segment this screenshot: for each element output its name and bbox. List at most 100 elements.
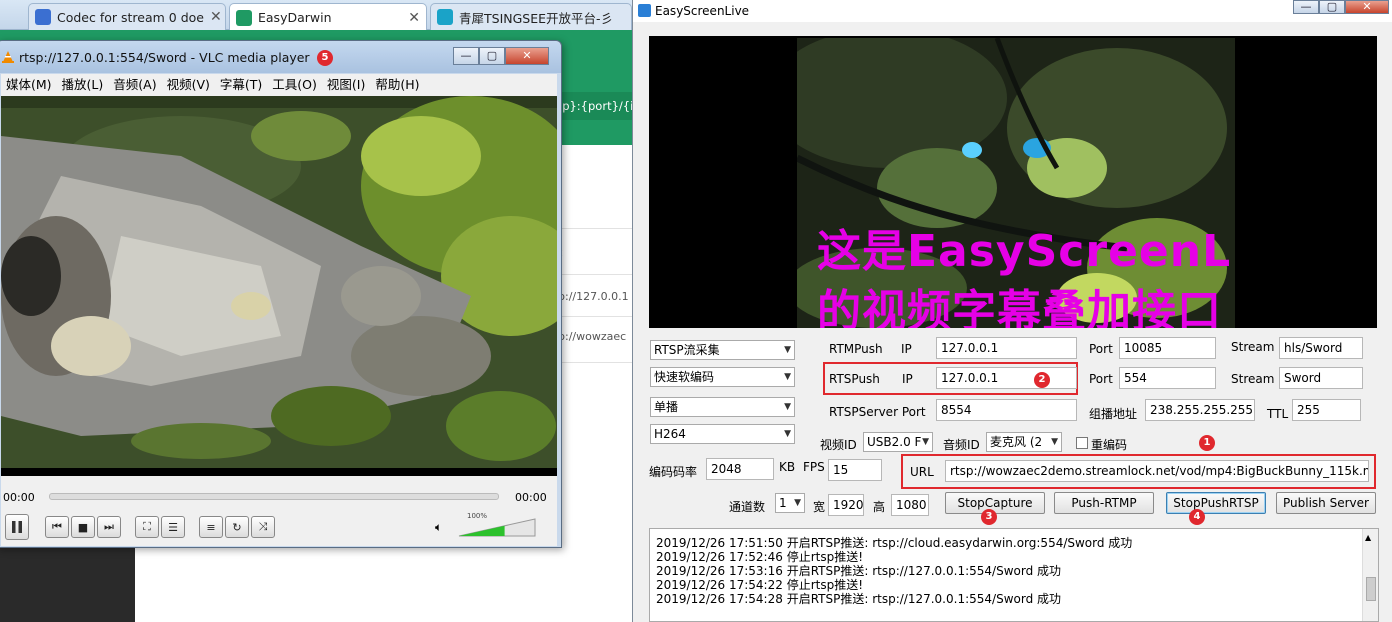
ttl-input[interactable]: 255 [1292,399,1361,421]
log-scrollbar[interactable]: ▲ [1362,529,1378,621]
stop-push-rtsp-button[interactable]: StopPushRTSP [1166,492,1266,514]
pause-button[interactable] [5,514,29,540]
maximize-button[interactable]: ▢ [1319,0,1345,14]
height-input[interactable]: 1080 [891,494,929,516]
previous-icon: ⏮ [52,520,62,533]
speaker-icon[interactable]: 🔈︎ [435,520,442,535]
menu-tools[interactable]: 工具(O) [267,74,322,96]
paw-icon [35,9,51,25]
minimize-button[interactable]: — [1293,0,1319,14]
rtsp-push-label: RTSPush [829,372,880,386]
fps-input[interactable]: 15 [828,459,882,481]
audio-id-label: 音频ID [943,438,980,452]
menu-audio[interactable]: 音频(A) [108,74,161,96]
bitrate-input[interactable]: 2048 [706,458,774,480]
next-icon: ⏭ [104,520,114,533]
close-icon[interactable]: ✕ [402,10,420,26]
extended-settings-button[interactable]: ☰ [161,516,185,538]
rtmp-stream-input[interactable]: hls/Sword [1279,337,1363,359]
rtmp-ip-input[interactable]: 127.0.0.1 [936,337,1077,359]
browser-tab-codec[interactable]: Codec for stream 0 doe ✕ [28,3,226,30]
playlist-button[interactable]: ≡ [199,516,223,538]
loop-button[interactable]: ↻ [225,516,249,538]
select-value: RTSP流采集 [654,343,720,357]
publish-server-button[interactable]: Publish Server [1276,492,1376,514]
previous-button[interactable]: ⏮ [45,516,69,538]
channels-label: 通道数 [729,500,766,514]
annotation-badge-4: 4 [1189,509,1205,525]
tab-label: 青犀TSINGSEE开放平台-彡 [459,10,614,26]
chevron-down-icon: ▼ [784,429,791,439]
minimize-button[interactable]: — [453,47,479,65]
next-button[interactable]: ⏭ [97,516,121,538]
vlc-title-bar[interactable]: rtsp://127.0.0.1:554/Sword - VLC media p… [0,41,561,73]
chevron-down-icon: ▼ [784,372,791,382]
video-device-select[interactable]: USB2.0 F ▼ [863,432,933,452]
close-button[interactable]: ✕ [505,47,549,65]
browser-sidebar [0,548,135,622]
push-rtmp-button[interactable]: Push-RTMP [1054,492,1154,514]
browser-tab-easydarwin[interactable]: EasyDarwin ✕ [229,3,427,31]
stop-button[interactable]: ■ [71,516,95,538]
log-line: 2019/12/26 17:54:28 开启RTSP推送: rtsp://127… [656,592,1062,606]
rtsp-port-input[interactable]: 554 [1119,367,1216,389]
codec-select[interactable]: H264 ▼ [650,424,795,444]
shuffle-button[interactable]: ⤨ [251,516,275,538]
page-text: p://127.0.0.1 [558,290,629,303]
esl-title-bar[interactable]: EasyScreenLive — ▢ ✕ [633,0,1392,22]
select-value: 快速软编码 [654,370,715,384]
menu-media[interactable]: 媒体(M) [1,74,57,96]
capture-source-select[interactable]: RTSP流采集 ▼ [650,340,795,360]
menu-help[interactable]: 帮助(H) [370,74,424,96]
rtmp-port-input[interactable]: 10085 [1119,337,1216,359]
tsingsee-icon [437,9,453,25]
capture-preview: 这是EasyScreenL 的视频字幕叠加接口 [797,38,1235,328]
height-label: 高 [873,500,886,514]
preview-image [797,38,1235,328]
seek-bar[interactable] [49,493,499,500]
volume-slider[interactable] [457,517,537,537]
page-text: p://wowzaec [558,330,627,343]
rtsp-stream-input[interactable]: Sword [1279,367,1363,389]
vlc-cone-icon [2,51,14,63]
menu-video[interactable]: 视频(V) [162,74,215,96]
easydarwin-icon [236,9,252,26]
scroll-up-icon[interactable]: ▲ [1365,533,1371,542]
kb-label: KB [779,460,796,474]
close-icon[interactable]: ✕ [204,9,222,25]
rtsp-ip-label: IP [902,372,913,386]
equalizer-icon: ☰ [168,520,178,534]
tab-label: Codec for stream 0 doe [57,9,204,25]
vlc-video-output[interactable] [1,96,557,476]
rtsp-server-port-input[interactable]: 8554 [936,399,1077,421]
source-url-input[interactable]: rtsp://wowzaec2demo.streamlock.net/vod/m… [945,460,1369,482]
vlc-controls: 00:00 00:00 ⏮ ■ ⏭ ⛶ ☰ ≡ ↻ ⤨ 🔈︎ 100% [1,476,557,546]
maximize-button[interactable]: ▢ [479,47,505,65]
reencode-checkbox[interactable] [1076,437,1088,449]
encoder-select[interactable]: 快速软编码 ▼ [650,367,795,387]
log-output[interactable]: 2019/12/26 17:51:50 开启RTSP推送: rtsp://clo… [649,528,1379,622]
time-elapsed: 00:00 [3,491,35,504]
rtsp-ip-input[interactable]: 127.0.0.1 [936,367,1077,389]
ttl-label: TTL [1267,407,1289,421]
browser-tab-tsingsee[interactable]: 青犀TSINGSEE开放平台-彡 [430,3,632,30]
divider [555,228,632,229]
chevron-down-icon: ▼ [922,437,929,447]
channels-select[interactable]: 1 ▼ [775,493,805,513]
close-button[interactable]: ✕ [1345,0,1389,14]
chevron-down-icon: ▼ [1051,437,1058,447]
multicast-address-input[interactable]: 238.255.255.255 [1145,399,1255,421]
width-input[interactable]: 1920 [828,494,864,516]
audio-device-select[interactable]: 麦克风 (2 ▼ [986,432,1062,452]
cast-mode-select[interactable]: 单播 ▼ [650,397,795,417]
stop-capture-button[interactable]: StopCapture [945,492,1045,514]
menu-playback[interactable]: 播放(L) [57,74,109,96]
rtsp-stream-label: Stream [1231,372,1275,386]
fullscreen-button[interactable]: ⛶ [135,516,159,538]
menu-view[interactable]: 视图(I) [322,74,370,96]
menu-subtitle[interactable]: 字幕(T) [215,74,267,96]
reencode-label: 重编码 [1091,438,1128,452]
video-id-label: 视频ID [820,438,857,452]
app-icon [638,4,651,17]
scroll-thumb[interactable] [1366,577,1376,601]
